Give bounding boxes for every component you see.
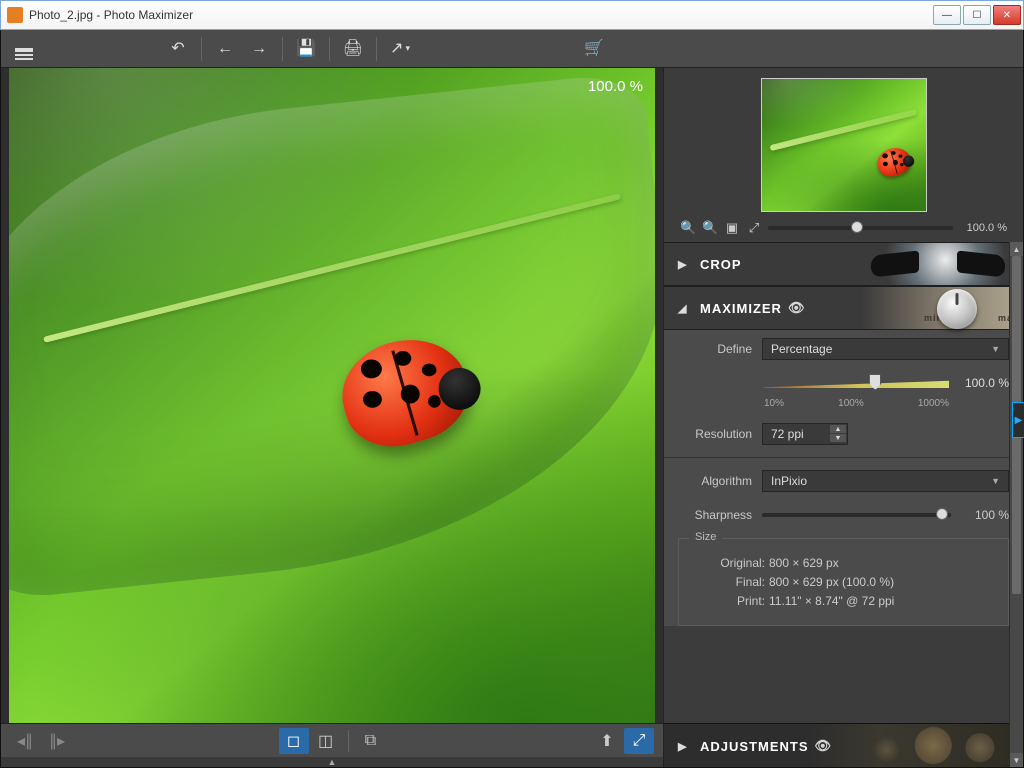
zoom-actual-icon[interactable]: ⤢: [746, 220, 762, 236]
step-down-icon[interactable]: ▼: [830, 434, 846, 443]
share-button[interactable]: ↗▾: [383, 35, 417, 63]
separator: [282, 37, 283, 61]
pct-tick-100: 100%: [838, 398, 864, 409]
view-compare-button[interactable]: ◫: [311, 728, 341, 754]
zoom-in-icon[interactable]: 🔍: [702, 220, 718, 236]
chevron-right-icon: ▶: [678, 740, 688, 753]
sharpness-slider[interactable]: [762, 513, 951, 517]
define-select-value: Percentage: [771, 342, 832, 356]
export-button[interactable]: ⬆: [592, 728, 622, 754]
percentage-slider[interactable]: 100.0 %: [764, 372, 1009, 398]
resolution-label: Resolution: [678, 427, 752, 441]
cart-button[interactable]: 🛒: [577, 35, 611, 63]
navigator-zoom-value: 100.0 %: [959, 222, 1007, 234]
separator: [348, 730, 349, 752]
panel-adjustments-header[interactable]: ▶ ADJUSTMENTS 👁: [664, 723, 1023, 767]
chevron-right-icon: ▶: [678, 258, 688, 271]
separator: [201, 37, 202, 61]
chevron-down-icon: ▼: [991, 476, 1000, 486]
fullscreen-button[interactable]: ⤢: [624, 728, 654, 754]
menu-button[interactable]: [7, 35, 41, 63]
canvas-zoom-label: 100.0 %: [588, 78, 643, 95]
main-toolbar: ↶ ← → 💾 🖨 ↗▾ 🛒: [1, 30, 1023, 68]
define-label: Define: [678, 342, 752, 356]
panel-maximizer-body: Define Percentage ▼ 100.0 % 10% 100%: [664, 330, 1023, 626]
side-scrollbar[interactable]: ▲ ▼: [1009, 242, 1023, 767]
define-select[interactable]: Percentage ▼: [762, 338, 1009, 360]
percentage-value: 100.0 %: [965, 376, 1009, 390]
zoom-out-icon[interactable]: 🔍: [680, 220, 696, 236]
navigator-zoom-slider[interactable]: [768, 226, 953, 230]
chevron-down-icon: ◢: [678, 302, 688, 315]
resolution-input[interactable]: 72 ppi ▲▼: [762, 423, 848, 445]
zoom-fit-icon[interactable]: ▣: [724, 220, 740, 236]
bottom-toolbar: ◂∥ ∥▸ ◻ ◫ ⧉ ⬆ ⤢: [1, 723, 663, 757]
algorithm-select[interactable]: InPixio ▼: [762, 470, 1009, 492]
collapse-side-panel-button[interactable]: ▶: [1012, 402, 1024, 438]
size-legend: Size: [689, 531, 722, 543]
window-maximize-button[interactable]: ☐: [963, 5, 991, 25]
scroll-down-icon[interactable]: ▼: [1010, 753, 1023, 767]
panel-crop-header[interactable]: ▶ CROP: [664, 242, 1023, 286]
maximizer-dial-icon: [937, 289, 977, 329]
size-final-value: 800 × 629 px (100.0 %): [769, 575, 894, 589]
panel-adjustments-title: ADJUSTMENTS: [700, 739, 809, 754]
window-minimize-button[interactable]: —: [933, 5, 961, 25]
visibility-icon[interactable]: 👁: [815, 738, 833, 754]
panel-maximizer-header[interactable]: ◢ MAXIMIZER 👁 min max: [664, 286, 1023, 330]
view-single-button[interactable]: ◻: [279, 728, 309, 754]
pct-tick-1000: 1000%: [918, 398, 949, 409]
chevron-down-icon: ▼: [991, 344, 1000, 354]
prev-image-button[interactable]: ◂∥: [10, 728, 40, 754]
resolution-value: 72 ppi: [771, 427, 804, 441]
separator: [329, 37, 330, 61]
pct-tick-10: 10%: [764, 398, 784, 409]
expand-filmstrip-button[interactable]: ▲: [1, 757, 663, 767]
step-up-icon[interactable]: ▲: [830, 425, 846, 434]
panel-maximizer-title: MAXIMIZER: [700, 301, 782, 316]
size-original-key: Original:: [707, 556, 765, 570]
crop-hands-decor: [863, 243, 1013, 285]
app-icon: [7, 7, 23, 23]
size-group: Size Original:800 × 629 px Final:800 × 6…: [678, 538, 1009, 626]
navigator-thumbnail[interactable]: [761, 78, 927, 212]
navigator-panel: 🔍 🔍 ▣ ⤢ 100.0 %: [664, 68, 1023, 242]
next-image-button[interactable]: ∥▸: [42, 728, 72, 754]
print-button[interactable]: 🖨: [336, 35, 370, 63]
sharpness-label: Sharpness: [678, 508, 752, 522]
size-original-value: 800 × 629 px: [769, 556, 839, 570]
visibility-icon[interactable]: 👁: [788, 300, 806, 316]
forward-button[interactable]: →: [242, 35, 276, 63]
sharpness-value: 100 %: [961, 508, 1009, 522]
scroll-up-icon[interactable]: ▲: [1010, 242, 1023, 256]
algorithm-label: Algorithm: [678, 474, 752, 488]
back-button[interactable]: ←: [208, 35, 242, 63]
undo-button[interactable]: ↶: [161, 35, 195, 63]
save-button[interactable]: 💾: [289, 35, 323, 63]
size-final-key: Final:: [707, 575, 765, 589]
panel-crop-title: CROP: [700, 257, 742, 272]
window-title: Photo_2.jpg - Photo Maximizer: [29, 8, 931, 22]
size-print-key: Print:: [707, 594, 765, 608]
algorithm-select-value: InPixio: [771, 474, 807, 488]
image-canvas[interactable]: 100.0 %: [9, 68, 655, 723]
view-split-button[interactable]: ⧉: [356, 728, 386, 754]
size-print-value: 11.11" × 8.74" @ 72 ppi: [769, 594, 894, 608]
window-close-button[interactable]: ✕: [993, 5, 1021, 25]
window-titlebar: Photo_2.jpg - Photo Maximizer — ☐ ✕: [0, 0, 1024, 30]
separator: [376, 37, 377, 61]
